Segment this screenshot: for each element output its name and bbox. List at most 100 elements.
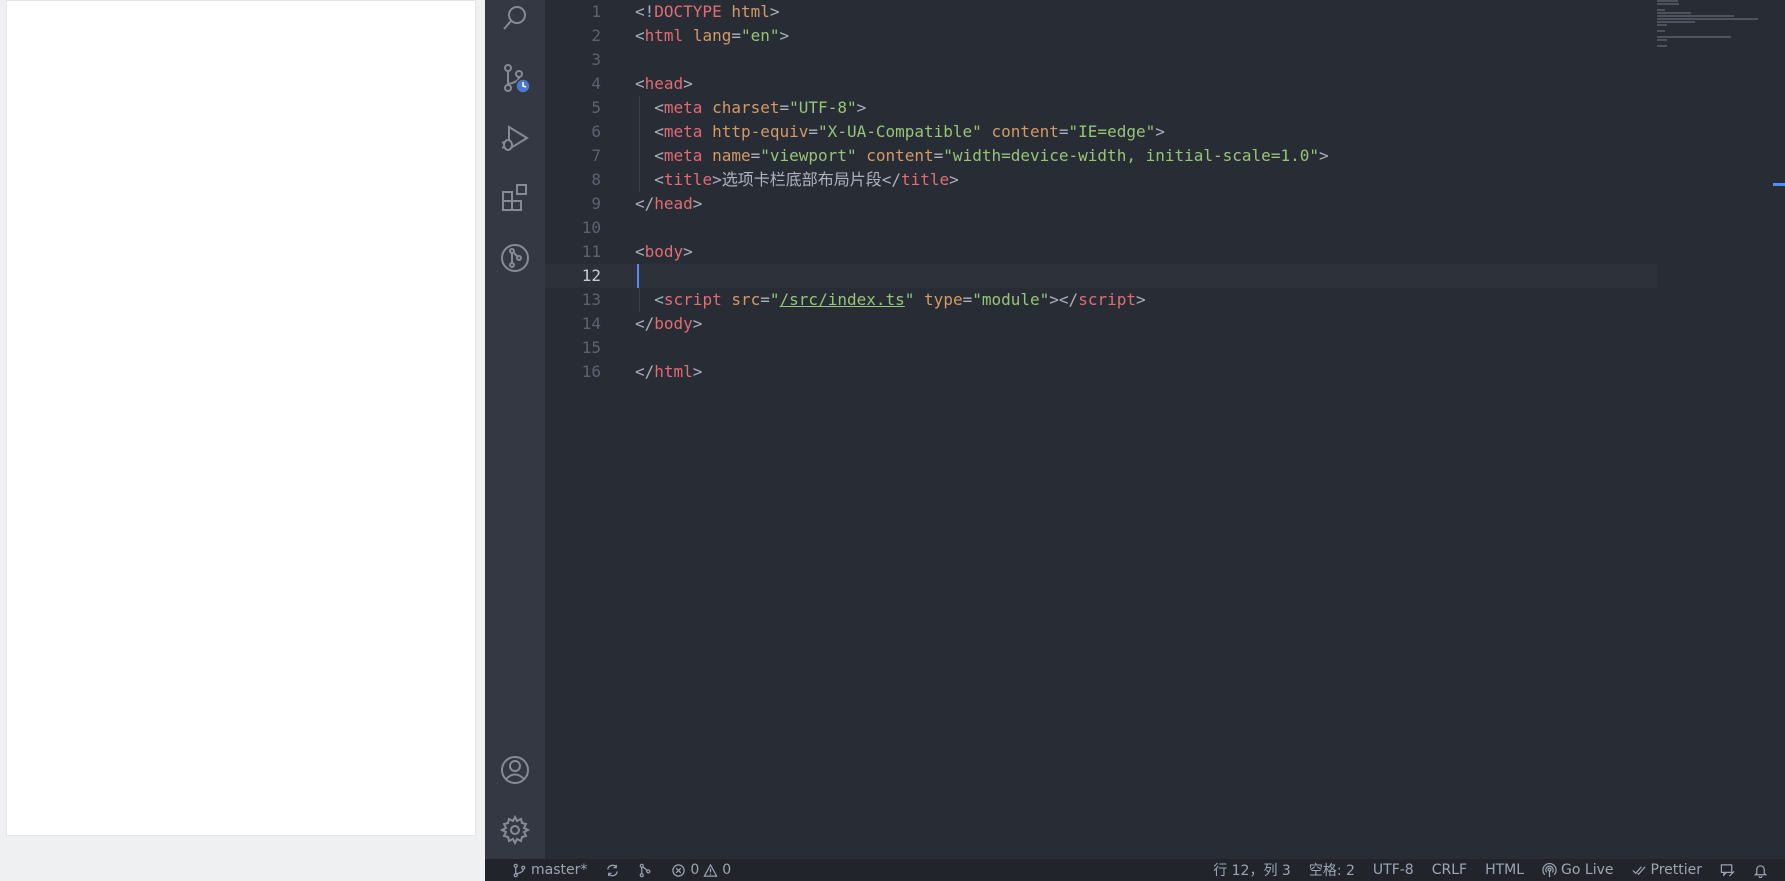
code-line[interactable]: 3 bbox=[545, 48, 1657, 72]
encoding[interactable]: UTF-8 bbox=[1364, 862, 1423, 878]
sync-button[interactable] bbox=[596, 863, 629, 878]
minimap-line bbox=[1657, 24, 1667, 26]
line-number: 14 bbox=[581, 314, 601, 333]
run-debug-icon[interactable] bbox=[499, 122, 531, 154]
code-text: </body> bbox=[635, 314, 703, 333]
code-line[interactable]: 11 <body> bbox=[545, 240, 1657, 264]
code-line[interactable]: 14 </body> bbox=[545, 312, 1657, 336]
error-count: 0 bbox=[690, 862, 700, 878]
git-branch-icon bbox=[513, 863, 526, 877]
code-line[interactable]: 5 <meta charset="UTF-8"> bbox=[545, 96, 1657, 120]
code-line[interactable]: 13 <script src="/src/index.ts" type="mod… bbox=[545, 288, 1657, 312]
indentation-label: 空格: 2 bbox=[1308, 863, 1355, 879]
minimap-line bbox=[1657, 45, 1667, 47]
code-line[interactable]: 9 </head> bbox=[545, 192, 1657, 216]
branch-indicator[interactable]: master* bbox=[503, 862, 596, 878]
language-mode[interactable]: HTML bbox=[1476, 862, 1533, 878]
prettier-button[interactable]: Prettier bbox=[1623, 862, 1712, 878]
vscode-window: 1 <!DOCTYPE html> 2 <html lang="en"> 3 4 <head… bbox=[485, 0, 1785, 881]
notifications-button[interactable] bbox=[1744, 863, 1777, 878]
code-text: <html lang="en"> bbox=[635, 26, 790, 45]
line-number: 13 bbox=[581, 290, 601, 309]
line-number: 2 bbox=[591, 26, 601, 45]
warning-count: 0 bbox=[722, 862, 732, 878]
minimap-line bbox=[1657, 15, 1734, 17]
cursor-position[interactable]: 行 12，列 3 bbox=[1204, 860, 1300, 880]
code-line[interactable]: 12 bbox=[545, 264, 1657, 288]
line-number: 10 bbox=[581, 218, 601, 237]
minimap-line bbox=[1657, 0, 1678, 2]
code-text: <meta name="viewport" content="width=dev… bbox=[635, 146, 1329, 165]
minimap-line bbox=[1657, 18, 1758, 20]
code-line[interactable]: 1 <!DOCTYPE html> bbox=[545, 0, 1657, 24]
code-text: <meta charset="UTF-8"> bbox=[635, 98, 867, 117]
status-bar: master* 0 0 行 12，列 3 空格: 2 UTF-8 CRLF HT… bbox=[485, 859, 1785, 881]
code-line[interactable]: 15 bbox=[545, 336, 1657, 360]
line-number: 1 bbox=[591, 2, 601, 21]
code-text: <head> bbox=[635, 74, 693, 93]
code-text: <title>选项卡栏底部布局片段</title> bbox=[635, 170, 959, 189]
text-cursor bbox=[637, 264, 639, 288]
cursor-position-label: 行 12，列 3 bbox=[1213, 863, 1291, 879]
feedback-icon bbox=[1720, 863, 1735, 877]
warning-icon bbox=[703, 863, 718, 877]
git-graph-button[interactable] bbox=[629, 863, 662, 878]
sync-icon bbox=[607, 864, 619, 876]
code-line[interactable]: 10 bbox=[545, 216, 1657, 240]
go-live-button[interactable]: Go Live bbox=[1533, 862, 1622, 878]
code-text: </head> bbox=[635, 194, 703, 213]
code-line[interactable]: 6 <meta http-equiv="X-UA-Compatible" con… bbox=[545, 120, 1657, 144]
code-line[interactable]: 2 <html lang="en"> bbox=[545, 24, 1657, 48]
code-line[interactable]: 4 <head> bbox=[545, 72, 1657, 96]
line-number: 12 bbox=[581, 266, 601, 285]
code-line[interactable]: 8 <title>选项卡栏底部布局片段</title> bbox=[545, 168, 1657, 192]
code-editor[interactable]: 1 <!DOCTYPE html> 2 <html lang="en"> 3 4 <head… bbox=[545, 0, 1785, 859]
bell-icon bbox=[1753, 864, 1768, 878]
line-number: 9 bbox=[591, 194, 601, 213]
line-number: 11 bbox=[581, 242, 601, 261]
activity-bar bbox=[485, 0, 545, 859]
broadcast-icon bbox=[1542, 862, 1557, 877]
indentation[interactable]: 空格: 2 bbox=[1300, 860, 1364, 880]
double-check-icon bbox=[1632, 865, 1646, 875]
line-number: 7 bbox=[591, 146, 601, 165]
encoding-label: UTF-8 bbox=[1372, 862, 1414, 878]
code-text: <!DOCTYPE html> bbox=[635, 2, 780, 21]
minimap-line bbox=[1657, 3, 1680, 5]
minimap-line bbox=[1657, 21, 1695, 23]
line-number: 6 bbox=[591, 122, 601, 141]
line-number: 5 bbox=[591, 98, 601, 117]
browser-preview-pane bbox=[6, 0, 476, 836]
error-icon bbox=[672, 863, 686, 877]
problems-indicator[interactable]: 0 0 bbox=[662, 862, 740, 878]
end-of-line-label: CRLF bbox=[1431, 862, 1468, 878]
feedback-button[interactable] bbox=[1711, 863, 1744, 878]
code-text: </html> bbox=[635, 362, 703, 381]
git-graph-icon[interactable] bbox=[499, 242, 531, 274]
code-line[interactable]: 16 </html> bbox=[545, 360, 1657, 384]
minimap[interactable] bbox=[1657, 0, 1773, 47]
go-live-label: Go Live bbox=[1561, 862, 1614, 878]
line-number: 15 bbox=[581, 338, 601, 357]
end-of-line[interactable]: CRLF bbox=[1423, 862, 1476, 878]
minimap-line bbox=[1657, 12, 1691, 14]
branch-name: master* bbox=[531, 862, 588, 878]
line-number: 4 bbox=[591, 74, 601, 93]
prettier-label: Prettier bbox=[1650, 862, 1703, 878]
search-icon[interactable] bbox=[499, 2, 531, 34]
line-number: 3 bbox=[591, 50, 601, 69]
line-number: 16 bbox=[581, 362, 601, 381]
code-line[interactable]: 7 <meta name="viewport" content="width=d… bbox=[545, 144, 1657, 168]
account-icon[interactable] bbox=[499, 754, 531, 786]
extensions-icon[interactable] bbox=[499, 182, 531, 214]
source-control-icon[interactable] bbox=[499, 62, 531, 94]
settings-gear-icon[interactable] bbox=[499, 814, 531, 846]
scrollbar-marker[interactable] bbox=[1773, 183, 1785, 186]
minimap-line bbox=[1657, 39, 1667, 41]
minimap-line bbox=[1657, 30, 1666, 32]
code-text: <body> bbox=[635, 242, 693, 261]
git-graph-status-icon bbox=[640, 863, 651, 877]
language-mode-label: HTML bbox=[1485, 862, 1525, 878]
code-text: <script src="/src/index.ts" type="module… bbox=[635, 290, 1146, 309]
line-number: 8 bbox=[591, 170, 601, 189]
